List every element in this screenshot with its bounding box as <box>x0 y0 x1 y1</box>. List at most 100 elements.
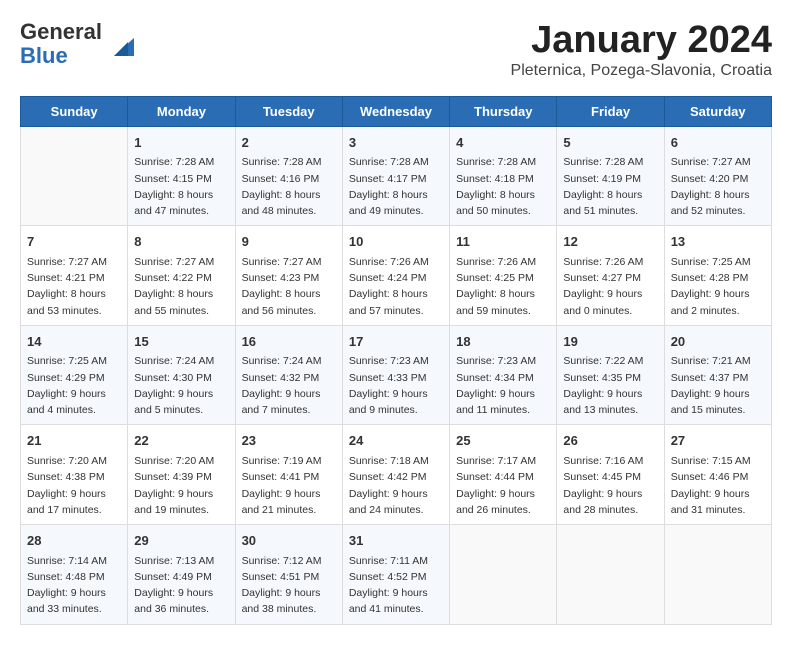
day-number: 31 <box>349 531 443 551</box>
calendar-cell: 31Sunrise: 7:11 AMSunset: 4:52 PMDayligh… <box>342 525 449 625</box>
calendar-week-4: 21Sunrise: 7:20 AMSunset: 4:38 PMDayligh… <box>21 425 772 525</box>
calendar-week-1: 1Sunrise: 7:28 AMSunset: 4:15 PMDaylight… <box>21 126 772 226</box>
day-info: Sunrise: 7:15 AMSunset: 4:46 PMDaylight:… <box>671 453 765 518</box>
calendar-cell: 7Sunrise: 7:27 AMSunset: 4:21 PMDaylight… <box>21 226 128 326</box>
day-number: 9 <box>242 232 336 252</box>
day-info: Sunrise: 7:19 AMSunset: 4:41 PMDaylight:… <box>242 453 336 518</box>
calendar-cell: 29Sunrise: 7:13 AMSunset: 4:49 PMDayligh… <box>128 525 235 625</box>
calendar-cell: 23Sunrise: 7:19 AMSunset: 4:41 PMDayligh… <box>235 425 342 525</box>
day-info: Sunrise: 7:26 AMSunset: 4:24 PMDaylight:… <box>349 254 443 319</box>
calendar-cell: 2Sunrise: 7:28 AMSunset: 4:16 PMDaylight… <box>235 126 342 226</box>
day-number: 15 <box>134 332 228 352</box>
day-number: 11 <box>456 232 550 252</box>
day-info: Sunrise: 7:14 AMSunset: 4:48 PMDaylight:… <box>27 553 121 618</box>
day-number: 3 <box>349 133 443 153</box>
day-info: Sunrise: 7:21 AMSunset: 4:37 PMDaylight:… <box>671 353 765 418</box>
calendar-cell: 26Sunrise: 7:16 AMSunset: 4:45 PMDayligh… <box>557 425 664 525</box>
calendar-cell <box>21 126 128 226</box>
calendar-cell <box>557 525 664 625</box>
weekday-header-tuesday: Tuesday <box>235 96 342 126</box>
calendar-header: SundayMondayTuesdayWednesdayThursdayFrid… <box>21 96 772 126</box>
calendar-cell: 20Sunrise: 7:21 AMSunset: 4:37 PMDayligh… <box>664 325 771 425</box>
calendar-cell: 13Sunrise: 7:25 AMSunset: 4:28 PMDayligh… <box>664 226 771 326</box>
weekday-row: SundayMondayTuesdayWednesdayThursdayFrid… <box>21 96 772 126</box>
day-number: 26 <box>563 431 657 451</box>
day-info: Sunrise: 7:20 AMSunset: 4:38 PMDaylight:… <box>27 453 121 518</box>
calendar-cell: 24Sunrise: 7:18 AMSunset: 4:42 PMDayligh… <box>342 425 449 525</box>
calendar-cell: 22Sunrise: 7:20 AMSunset: 4:39 PMDayligh… <box>128 425 235 525</box>
day-number: 4 <box>456 133 550 153</box>
day-info: Sunrise: 7:28 AMSunset: 4:17 PMDaylight:… <box>349 154 443 219</box>
day-number: 23 <box>242 431 336 451</box>
calendar-cell: 12Sunrise: 7:26 AMSunset: 4:27 PMDayligh… <box>557 226 664 326</box>
day-info: Sunrise: 7:22 AMSunset: 4:35 PMDaylight:… <box>563 353 657 418</box>
day-info: Sunrise: 7:11 AMSunset: 4:52 PMDaylight:… <box>349 553 443 618</box>
day-info: Sunrise: 7:24 AMSunset: 4:30 PMDaylight:… <box>134 353 228 418</box>
calendar-cell: 5Sunrise: 7:28 AMSunset: 4:19 PMDaylight… <box>557 126 664 226</box>
calendar-cell: 9Sunrise: 7:27 AMSunset: 4:23 PMDaylight… <box>235 226 342 326</box>
calendar-cell: 25Sunrise: 7:17 AMSunset: 4:44 PMDayligh… <box>450 425 557 525</box>
day-number: 10 <box>349 232 443 252</box>
day-info: Sunrise: 7:17 AMSunset: 4:44 PMDaylight:… <box>456 453 550 518</box>
day-info: Sunrise: 7:23 AMSunset: 4:34 PMDaylight:… <box>456 353 550 418</box>
day-info: Sunrise: 7:27 AMSunset: 4:21 PMDaylight:… <box>27 254 121 319</box>
calendar-table: SundayMondayTuesdayWednesdayThursdayFrid… <box>20 96 772 625</box>
day-number: 7 <box>27 232 121 252</box>
weekday-header-friday: Friday <box>557 96 664 126</box>
day-number: 2 <box>242 133 336 153</box>
weekday-header-saturday: Saturday <box>664 96 771 126</box>
day-info: Sunrise: 7:28 AMSunset: 4:18 PMDaylight:… <box>456 154 550 219</box>
day-number: 19 <box>563 332 657 352</box>
calendar-cell: 16Sunrise: 7:24 AMSunset: 4:32 PMDayligh… <box>235 325 342 425</box>
day-number: 8 <box>134 232 228 252</box>
day-number: 27 <box>671 431 765 451</box>
calendar-cell: 4Sunrise: 7:28 AMSunset: 4:18 PMDaylight… <box>450 126 557 226</box>
day-number: 16 <box>242 332 336 352</box>
weekday-header-monday: Monday <box>128 96 235 126</box>
calendar-body: 1Sunrise: 7:28 AMSunset: 4:15 PMDaylight… <box>21 126 772 624</box>
calendar-cell: 27Sunrise: 7:15 AMSunset: 4:46 PMDayligh… <box>664 425 771 525</box>
day-info: Sunrise: 7:25 AMSunset: 4:29 PMDaylight:… <box>27 353 121 418</box>
day-info: Sunrise: 7:28 AMSunset: 4:19 PMDaylight:… <box>563 154 657 219</box>
calendar-cell: 1Sunrise: 7:28 AMSunset: 4:15 PMDaylight… <box>128 126 235 226</box>
day-info: Sunrise: 7:27 AMSunset: 4:20 PMDaylight:… <box>671 154 765 219</box>
calendar-cell: 28Sunrise: 7:14 AMSunset: 4:48 PMDayligh… <box>21 525 128 625</box>
page-header: General Blue January 2024 Pleternica, Po… <box>20 20 772 80</box>
day-number: 28 <box>27 531 121 551</box>
logo: General Blue <box>20 20 138 68</box>
day-number: 12 <box>563 232 657 252</box>
day-number: 24 <box>349 431 443 451</box>
calendar-cell: 30Sunrise: 7:12 AMSunset: 4:51 PMDayligh… <box>235 525 342 625</box>
calendar-cell <box>664 525 771 625</box>
day-number: 5 <box>563 133 657 153</box>
day-info: Sunrise: 7:26 AMSunset: 4:27 PMDaylight:… <box>563 254 657 319</box>
day-info: Sunrise: 7:18 AMSunset: 4:42 PMDaylight:… <box>349 453 443 518</box>
logo-icon <box>106 28 138 60</box>
title-block: January 2024 Pleternica, Pozega-Slavonia… <box>511 20 772 80</box>
logo-general-text: General <box>20 19 102 44</box>
day-number: 29 <box>134 531 228 551</box>
day-number: 1 <box>134 133 228 153</box>
day-number: 18 <box>456 332 550 352</box>
day-number: 6 <box>671 133 765 153</box>
calendar-week-3: 14Sunrise: 7:25 AMSunset: 4:29 PMDayligh… <box>21 325 772 425</box>
day-info: Sunrise: 7:27 AMSunset: 4:23 PMDaylight:… <box>242 254 336 319</box>
day-info: Sunrise: 7:23 AMSunset: 4:33 PMDaylight:… <box>349 353 443 418</box>
calendar-cell: 14Sunrise: 7:25 AMSunset: 4:29 PMDayligh… <box>21 325 128 425</box>
calendar-cell: 6Sunrise: 7:27 AMSunset: 4:20 PMDaylight… <box>664 126 771 226</box>
day-info: Sunrise: 7:27 AMSunset: 4:22 PMDaylight:… <box>134 254 228 319</box>
weekday-header-sunday: Sunday <box>21 96 128 126</box>
day-info: Sunrise: 7:12 AMSunset: 4:51 PMDaylight:… <box>242 553 336 618</box>
day-info: Sunrise: 7:25 AMSunset: 4:28 PMDaylight:… <box>671 254 765 319</box>
calendar-cell: 19Sunrise: 7:22 AMSunset: 4:35 PMDayligh… <box>557 325 664 425</box>
day-info: Sunrise: 7:28 AMSunset: 4:16 PMDaylight:… <box>242 154 336 219</box>
day-number: 25 <box>456 431 550 451</box>
calendar-week-2: 7Sunrise: 7:27 AMSunset: 4:21 PMDaylight… <box>21 226 772 326</box>
weekday-header-thursday: Thursday <box>450 96 557 126</box>
day-number: 13 <box>671 232 765 252</box>
day-number: 22 <box>134 431 228 451</box>
day-number: 20 <box>671 332 765 352</box>
day-number: 17 <box>349 332 443 352</box>
calendar-cell: 11Sunrise: 7:26 AMSunset: 4:25 PMDayligh… <box>450 226 557 326</box>
calendar-week-5: 28Sunrise: 7:14 AMSunset: 4:48 PMDayligh… <box>21 525 772 625</box>
